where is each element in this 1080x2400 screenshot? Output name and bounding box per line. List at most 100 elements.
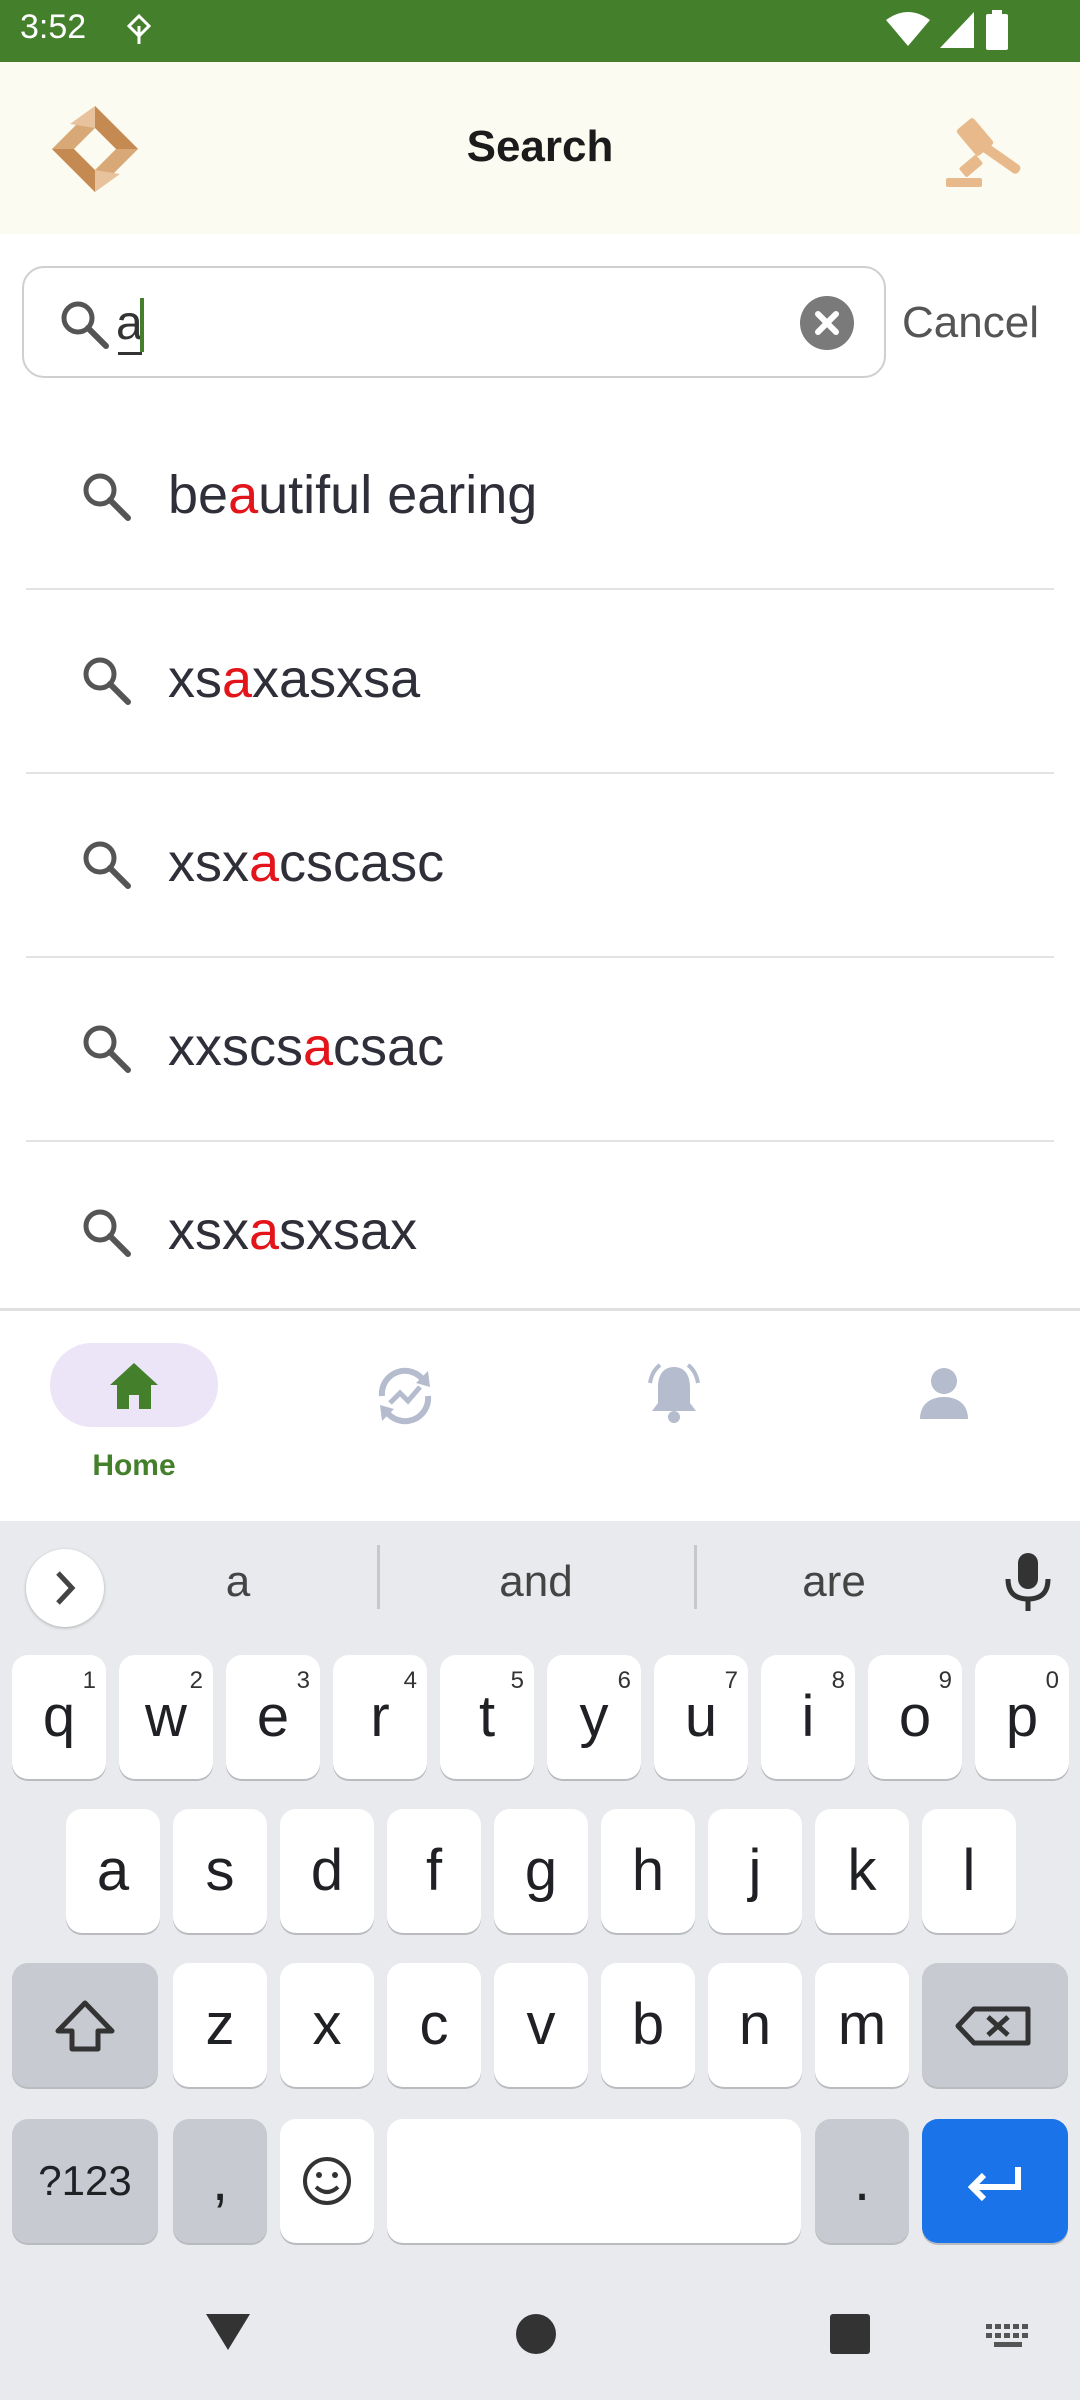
chevron-right-icon: [56, 1571, 76, 1605]
shift-icon: [55, 2000, 115, 2052]
page-title: Search: [466, 122, 614, 171]
suggestion-prefix: xsx: [168, 833, 249, 893]
key-hint: 0: [1045, 1667, 1059, 1694]
suggestion-prefix: xs: [168, 649, 222, 709]
nav-home-label[interactable]: Home: [50, 1449, 218, 1483]
key-hint: 5: [510, 1667, 524, 1694]
suggestion-item[interactable]: xsaxasxsa: [26, 590, 1054, 774]
key-label: r: [370, 1684, 390, 1749]
key-label: i: [801, 1684, 815, 1749]
key-b[interactable]: b: [601, 1963, 695, 2087]
keyboard-expand-button[interactable]: [26, 1549, 104, 1627]
keyboard-suggestion[interactable]: are: [724, 1557, 944, 1607]
key-l[interactable]: l: [922, 1809, 1016, 1933]
search-input[interactable]: [116, 288, 786, 358]
backspace-icon: [955, 2006, 1031, 2046]
keyboard-switch-icon[interactable]: [986, 2324, 1030, 2348]
key-f[interactable]: f: [387, 1809, 481, 1933]
back-nav-icon[interactable]: [202, 2310, 254, 2354]
home-nav-icon[interactable]: [516, 2314, 556, 2354]
key-c[interactable]: c: [387, 1963, 481, 2087]
data-indicator-icon: [126, 14, 152, 44]
key-z[interactable]: z: [173, 1963, 267, 2087]
suggestion-divider: [694, 1545, 697, 1609]
key-w[interactable]: w2: [119, 1655, 213, 1779]
space-key[interactable]: [387, 2119, 801, 2243]
suggestion-match: a: [249, 833, 280, 893]
key-m[interactable]: m: [815, 1963, 909, 2087]
key-o[interactable]: o9: [868, 1655, 962, 1779]
search-icon: [83, 657, 131, 705]
key-j[interactable]: j: [708, 1809, 802, 1933]
suggestion-text: beautiful earing: [168, 464, 537, 526]
battery-icon: [986, 10, 1008, 50]
key-label: u: [684, 1684, 718, 1749]
suggestion-suffix: cscasc: [279, 833, 445, 893]
suggestion-suffix: sxsax: [279, 1201, 418, 1261]
key-r[interactable]: r4: [333, 1655, 427, 1779]
suggestion-suffix: csac: [333, 1017, 445, 1077]
backspace-key[interactable]: [922, 1963, 1068, 2087]
key-k[interactable]: k: [815, 1809, 909, 1933]
key-x[interactable]: x: [280, 1963, 374, 2087]
suggestion-prefix: be: [168, 465, 229, 525]
suggestion-match: a: [222, 649, 253, 709]
clear-button[interactable]: [800, 296, 854, 350]
suggestion-match: a: [228, 465, 259, 525]
app-bar: Search: [0, 62, 1080, 234]
keyboard-suggestion[interactable]: a: [128, 1557, 348, 1607]
enter-key[interactable]: [922, 2119, 1068, 2243]
status-time: 3:52: [20, 8, 87, 46]
suggestion-item[interactable]: beautiful earing: [26, 406, 1054, 590]
key-s[interactable]: s: [173, 1809, 267, 1933]
emoji-key[interactable]: [280, 2119, 374, 2243]
bell-icon[interactable]: [644, 1361, 704, 1425]
cancel-button[interactable]: Cancel: [902, 298, 1039, 348]
key-hint: 9: [938, 1667, 952, 1694]
period-key[interactable]: .: [815, 2119, 909, 2243]
key-a[interactable]: a: [66, 1809, 160, 1933]
shift-key[interactable]: [12, 1963, 158, 2087]
key-q[interactable]: q1: [12, 1655, 106, 1779]
home-icon: [110, 1363, 158, 1409]
recents-nav-icon[interactable]: [830, 2314, 870, 2354]
activity-icon[interactable]: [372, 1363, 438, 1429]
emoji-icon: [303, 2157, 351, 2205]
search-icon: [83, 841, 131, 889]
key-p[interactable]: p0: [975, 1655, 1069, 1779]
key-e[interactable]: e3: [226, 1655, 320, 1779]
status-bar: 3:52: [0, 0, 1080, 62]
gavel-icon[interactable]: [942, 106, 1032, 190]
key-u[interactable]: u7: [654, 1655, 748, 1779]
key-v[interactable]: v: [494, 1963, 588, 2087]
suggestion-item[interactable]: xsxasxsax: [26, 1142, 1054, 1326]
keyboard-suggestion[interactable]: and: [426, 1557, 646, 1607]
key-i[interactable]: i8: [761, 1655, 855, 1779]
composing-underline: [118, 352, 142, 355]
symbols-key[interactable]: ?123: [12, 2119, 158, 2243]
search-field[interactable]: [22, 266, 886, 378]
mic-icon[interactable]: [1000, 1551, 1056, 1613]
suggestion-item[interactable]: xxscsacsac: [26, 958, 1054, 1142]
suggestion-item[interactable]: xsxacscasc: [26, 774, 1054, 958]
key-n[interactable]: n: [708, 1963, 802, 2087]
search-icon: [83, 473, 131, 521]
key-g[interactable]: g: [494, 1809, 588, 1933]
suggestion-suffix: xasxsa: [252, 649, 421, 709]
key-y[interactable]: y6: [547, 1655, 641, 1779]
suggestion-divider: [377, 1545, 380, 1609]
key-label: w: [145, 1684, 187, 1749]
comma-key[interactable]: ,: [173, 2119, 267, 2243]
key-d[interactable]: d: [280, 1809, 374, 1933]
suggestion-suffix: utiful earing: [258, 465, 538, 525]
profile-icon[interactable]: [914, 1363, 974, 1423]
suggestion-match: a: [303, 1017, 334, 1077]
search-icon: [83, 1209, 131, 1257]
soft-keyboard: a and are q1 w2 e3 r4 t5 y6 u7 i8 o9 p0 …: [0, 1521, 1080, 2400]
key-hint: 4: [403, 1667, 417, 1694]
key-label: t: [478, 1684, 496, 1749]
key-label: p: [1005, 1684, 1039, 1749]
suggestion-prefix: xsx: [168, 1201, 249, 1261]
key-t[interactable]: t5: [440, 1655, 534, 1779]
key-h[interactable]: h: [601, 1809, 695, 1933]
